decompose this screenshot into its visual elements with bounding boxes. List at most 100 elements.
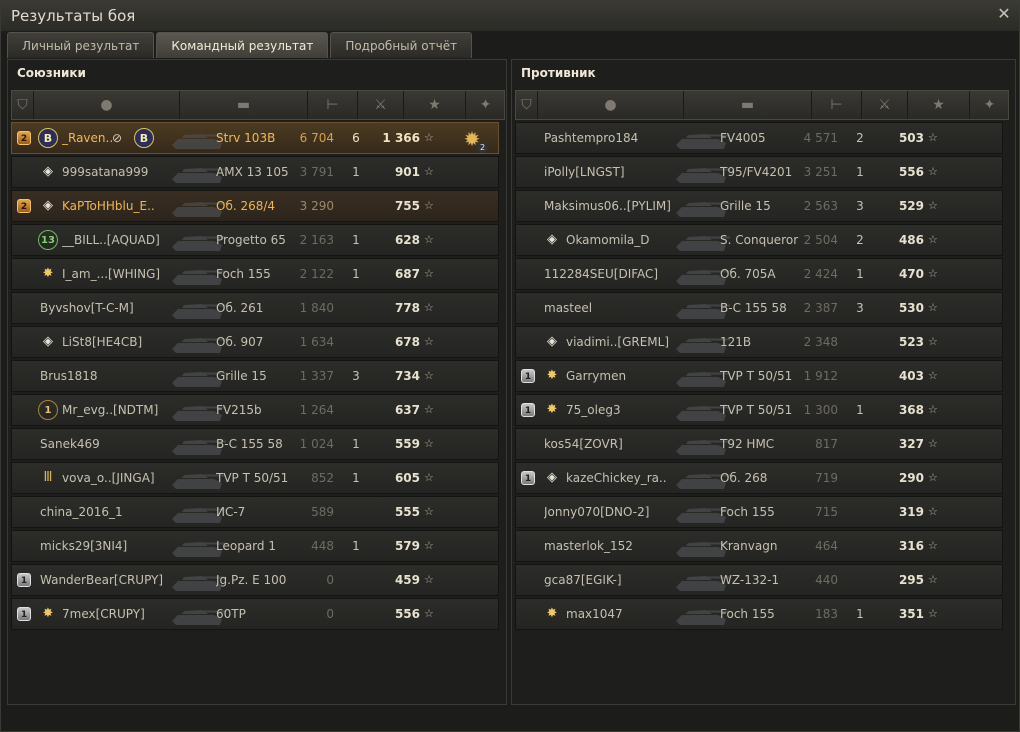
header-damage[interactable]: ⊢: [812, 91, 862, 119]
table-row[interactable]: 112284SEU[DIFAC] Об. 705А 2 424 1 470 ☆: [515, 258, 1003, 290]
achievement-badge-icon: Ⅲ: [43, 470, 53, 485]
table-row[interactable]: 1 ✸ Garrymen TVP T 50/51 1 912 403 ☆: [515, 360, 1003, 392]
xp-icon: ★: [932, 97, 945, 113]
table-row[interactable]: masteel B-C 155 58 2 387 3 530 ☆: [515, 292, 1003, 324]
table-row[interactable]: Pashtempro184 FV4005 4 571 2 503 ☆: [515, 122, 1003, 154]
header-xp[interactable]: ★: [404, 91, 466, 119]
table-row[interactable]: ✸ I_am_...[WHING] Foch 155 2 122 1 687 ☆: [11, 258, 499, 290]
header-player[interactable]: ●: [538, 91, 684, 119]
xp-value: 901: [394, 165, 420, 179]
damage-value: 2 563: [803, 199, 838, 213]
damage-value: 440: [815, 573, 838, 587]
header-vehicle[interactable]: ▬: [180, 91, 308, 119]
xp-star-icon: ☆: [928, 607, 938, 620]
table-row[interactable]: 2 B _Raven.. ⊘ B Strv 103B 6 704 6 1 366 ☆ ✹ 2: [11, 122, 499, 154]
frags-value: [850, 531, 870, 561]
frags-value: 2: [856, 233, 864, 247]
damage-value: 1 337: [299, 369, 334, 383]
xp-star-icon: ☆: [424, 437, 434, 450]
table-row[interactable]: Byvshov[T-C-M] Об. 261 1 840 778 ☆: [11, 292, 499, 324]
table-row[interactable]: ◈ viadimi..[GREML] 121B 2 348 523 ☆: [515, 326, 1003, 358]
vehicle-name: Jg.Pz. E 100: [216, 573, 287, 587]
frags-value: 1: [856, 165, 864, 179]
vehicle-name: Foch 155: [216, 267, 271, 281]
xp-star-icon: ☆: [928, 471, 938, 484]
xp-value: 486: [898, 233, 924, 247]
xp-value: 687: [394, 267, 420, 281]
tab-detailed[interactable]: Подробный отчёт: [330, 32, 473, 58]
hidden-player-icon: ⊘: [112, 131, 123, 145]
table-row[interactable]: ◈ 999satana999 AMX 13 105 3 791 1 901 ☆: [11, 156, 499, 188]
table-row[interactable]: 1 ✸ 7mex[CRUPY] 60TP 0 556 ☆: [11, 598, 499, 630]
achievement-badge-icon: ✸: [42, 266, 54, 281]
xp-star-icon: ☆: [424, 607, 434, 620]
table-row[interactable]: micks29[3NI4] Leopard 1 448 1 579 ☆: [11, 530, 499, 562]
header-awards[interactable]: ✦: [970, 91, 1010, 119]
damage-icon: ⊢: [326, 97, 339, 113]
header-squad[interactable]: ⛉: [516, 91, 538, 119]
achievement-badge-icon: 13: [38, 230, 58, 250]
table-row[interactable]: 13 __BILL..[AQUAD] Progetto 65 2 163 1 628 ☆: [11, 224, 499, 256]
table-row[interactable]: Brus1818 Grille 15 1 337 3 734 ☆: [11, 360, 499, 392]
header-xp[interactable]: ★: [908, 91, 970, 119]
frags-value: [850, 327, 870, 357]
vehicle-name: WZ-132-1: [720, 573, 780, 587]
table-row[interactable]: 1 ✸ 75_oleg3 TVP T 50/51 1 300 1 368 ☆: [515, 394, 1003, 426]
damage-value: 2 163: [299, 233, 334, 247]
table-row[interactable]: kos54[ZOVR] T92 HMC 817 327 ☆: [515, 428, 1003, 460]
frags-value: [850, 497, 870, 527]
award-medal-icon[interactable]: ✹ 2: [458, 125, 488, 153]
table-row[interactable]: 1 WanderBear[CRUPY] Jg.Pz. E 100 0 459 ☆: [11, 564, 499, 596]
table-row[interactable]: Maksimus06..[PYLIM] Grille 15 2 563 3 529 ☆: [515, 190, 1003, 222]
frags-value: [850, 429, 870, 459]
close-icon[interactable]: ✕: [995, 5, 1013, 23]
table-row[interactable]: ✸ max1047 Foch 155 183 1 351 ☆: [515, 598, 1003, 630]
tab-personal[interactable]: Личный результат: [7, 32, 155, 58]
vehicle-name: Об. 907: [216, 335, 264, 349]
squad-icon: ⛉: [17, 97, 28, 113]
header-vehicle[interactable]: ▬: [684, 91, 812, 119]
squad-number-badge: 1: [17, 573, 31, 587]
damage-value: 715: [815, 505, 838, 519]
table-row[interactable]: ◈ LiSt8[HE4CB] Об. 907 1 634 678 ☆: [11, 326, 499, 358]
xp-icon: ★: [428, 97, 441, 113]
table-row[interactable]: iPolly[LNGST] T95/FV4201 3 251 1 556 ☆: [515, 156, 1003, 188]
table-row[interactable]: china_2016_1 ИС-7 589 555 ☆: [11, 496, 499, 528]
battle-results-window: Результаты боя ✕ Личный результат Команд…: [0, 0, 1020, 732]
table-row[interactable]: masterlok_152 Kranvagn 464 316 ☆: [515, 530, 1003, 562]
xp-star-icon: ☆: [424, 165, 434, 178]
table-row[interactable]: 1 Mr_evg..[NDTM] FV215b 1 264 637 ☆: [11, 394, 499, 426]
header-damage[interactable]: ⊢: [308, 91, 358, 119]
table-row[interactable]: ◈ Okamomila_D S. Conqueror 2 504 2 486 ☆: [515, 224, 1003, 256]
tab-team[interactable]: Командный результат: [156, 32, 329, 58]
xp-value: 778: [394, 301, 420, 315]
xp-star-icon: ☆: [424, 199, 434, 212]
table-row[interactable]: gca87[EGIK-] WZ-132-1 440 295 ☆: [515, 564, 1003, 596]
vehicle-name: Leopard 1: [216, 539, 276, 553]
xp-value: 605: [394, 471, 420, 485]
header-frags[interactable]: ⚔: [862, 91, 908, 119]
table-row[interactable]: Jonny070[DNO-2] Foch 155 715 319 ☆: [515, 496, 1003, 528]
table-row[interactable]: Sanek469 B-C 155 58 1 024 1 559 ☆: [11, 428, 499, 460]
xp-value: 368: [898, 403, 924, 417]
damage-value: 0: [326, 607, 334, 621]
achievement-badge-icon: ✸: [546, 606, 558, 621]
header-frags[interactable]: ⚔: [358, 91, 404, 119]
xp-star-icon: ☆: [424, 335, 434, 348]
vehicle-name: ИС-7: [216, 505, 246, 519]
damage-value: 1 912: [803, 369, 838, 383]
damage-value: 2 122: [299, 267, 334, 281]
header-player[interactable]: ●: [34, 91, 180, 119]
damage-value: 6 704: [299, 131, 334, 145]
table-row[interactable]: 2 ◈ KaPToHHblu_E.. Об. 268/4 3 290 755 ☆: [11, 190, 499, 222]
table-row[interactable]: 1 ◈ kazeChickey_ra.. Об. 268 719 290 ☆: [515, 462, 1003, 494]
xp-value: 556: [898, 165, 924, 179]
xp-star-icon: ☆: [928, 301, 938, 314]
header-awards[interactable]: ✦: [466, 91, 506, 119]
damage-value: 448: [311, 539, 334, 553]
vehicle-name: 60TP: [216, 607, 246, 621]
enemies-panel: Противник ⛉ ● ▬ ⊢ ⚔ ★ ✦ Pashtempro184 FV4005 4 5…: [511, 59, 1016, 705]
header-squad[interactable]: ⛉: [12, 91, 34, 119]
frags-value: [346, 497, 366, 527]
table-row[interactable]: Ⅲvova_o..[JINGA] TVP T 50/51 852 1 605 ☆: [11, 462, 499, 494]
